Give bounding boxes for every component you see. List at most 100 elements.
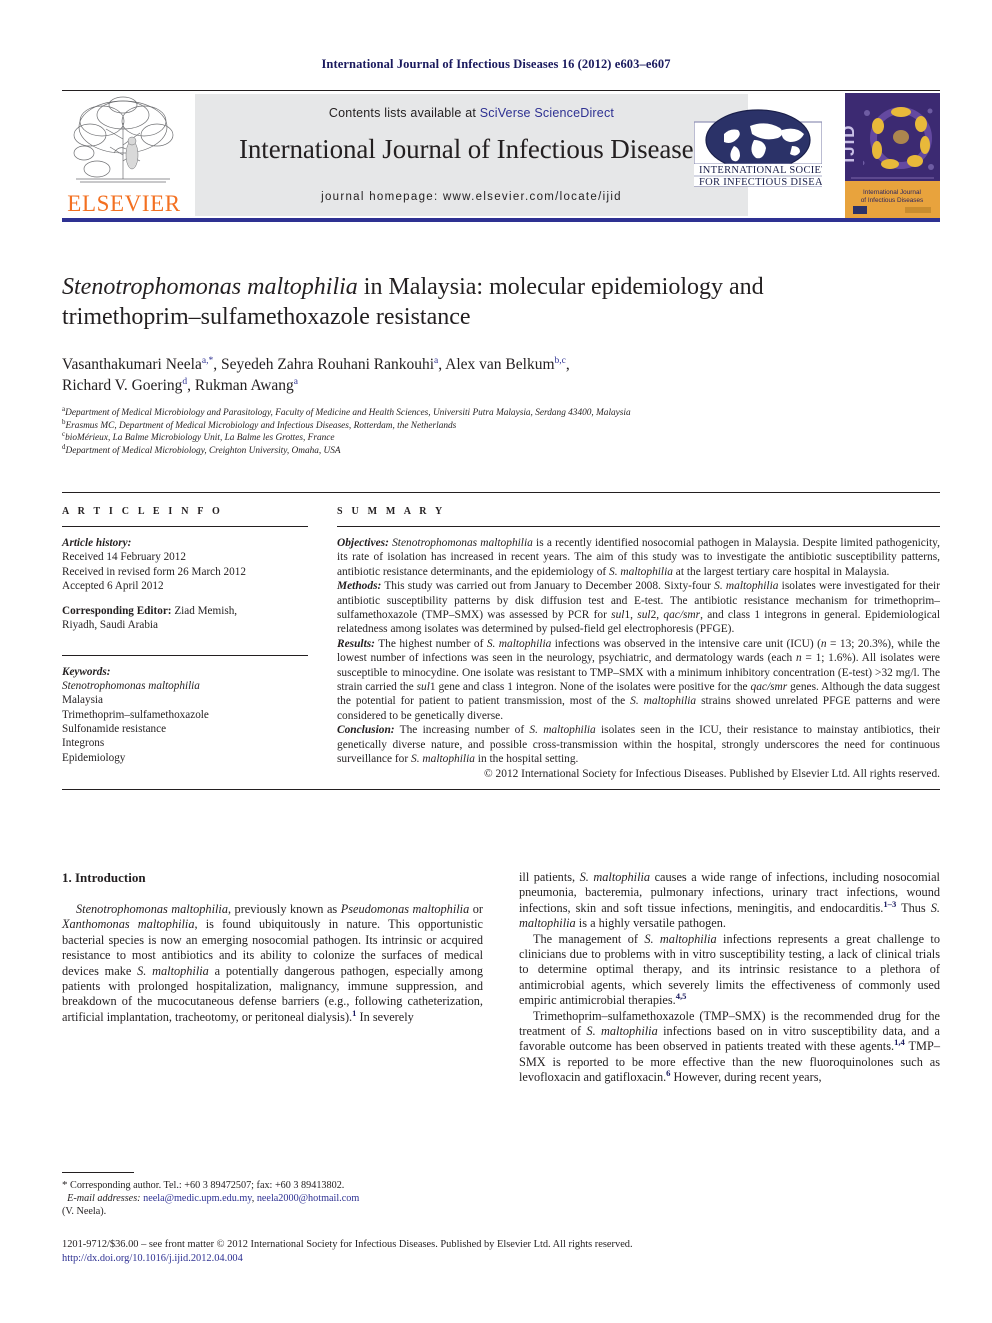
doi-link[interactable]: http://dx.doi.org/10.1016/j.ijid.2012.04… xyxy=(62,1252,940,1266)
methods-gene-qacsmr: qac/smr xyxy=(663,609,701,622)
affiliation-text: Department of Medical Microbiology and P… xyxy=(65,408,631,418)
intro-paragraph-2: The management of S. maltophilia infecti… xyxy=(519,932,940,1009)
intro-cont-text-1: ill patients, xyxy=(519,870,580,884)
abstract-body: Objectives: Stenotrophomonas maltophilia… xyxy=(337,536,940,781)
intro-text-1: , previously known as xyxy=(227,902,341,916)
citation-ref-1-3[interactable]: 1–3 xyxy=(883,899,896,909)
masthead-top-rule xyxy=(62,90,940,91)
article-info-column: A R T I C L E I N F O Article history: R… xyxy=(62,506,308,781)
article-info-rule xyxy=(62,526,308,527)
p3-species-1: S. maltophilia xyxy=(586,1024,658,1039)
email-link-primary[interactable]: neela@medic.upm.edu.my xyxy=(143,1193,252,1204)
article-info-and-summary: A R T I C L E I N F O Article history: R… xyxy=(62,492,940,790)
author-2-name: , Seyedeh Zahra Rouhani Rankouhi xyxy=(213,356,435,373)
page-title: Stenotrophomonas maltophilia in Malaysia… xyxy=(62,272,940,332)
results-text-1: The highest number of xyxy=(374,637,487,650)
journal-homepage-line[interactable]: journal homepage: www.elsevier.com/locat… xyxy=(195,191,748,203)
masthead-bottom-rule xyxy=(62,218,940,222)
affiliation-item: aDepartment of Medical Microbiology and … xyxy=(62,405,940,420)
results-gene-qacsmr: qac/smr xyxy=(750,681,788,694)
citation-ref-1-4[interactable]: 1,4 xyxy=(894,1037,905,1047)
intro-cont-text-4: is a highly versatile pathogen. xyxy=(575,916,726,931)
keywords-block: Keywords: Stenotrophomonas maltophilia M… xyxy=(62,665,308,765)
summary-rule xyxy=(337,526,940,527)
p2-text-1: The management of xyxy=(533,931,645,946)
methods-gene-sul1: sul xyxy=(611,609,625,622)
keyword-item: Malaysia xyxy=(62,694,104,707)
objectives-species-1: Stenotrophomonas maltophilia xyxy=(392,537,533,549)
title-line-2: trimethoprim–sulfamethoxazole resistance xyxy=(62,304,471,330)
author-5-name: , Rukman Awang xyxy=(187,377,294,394)
affiliation-list: aDepartment of Medical Microbiology and … xyxy=(62,405,940,458)
abstract-conclusion: Conclusion: The increasing number of S. … xyxy=(337,723,940,766)
methods-species-1: S. maltophilia xyxy=(714,580,779,593)
elsevier-wordmark: ELSEVIER xyxy=(67,191,181,216)
author-list: Vasanthakumari Neelaa,*, Seyedeh Zahra R… xyxy=(62,354,940,396)
results-species-2: S. maltophilia xyxy=(630,695,697,708)
methods-text-1: This study was carried out from January … xyxy=(381,580,715,593)
abstract-methods: Methods: This study was carried out from… xyxy=(337,579,940,637)
footnote-corr-text: Corresponding author. Tel.: +60 3 894725… xyxy=(67,1180,345,1191)
affiliation-text: bioMérieux, La Balme Microbiology Unit, … xyxy=(65,433,335,444)
methods-label: Methods: xyxy=(337,580,382,593)
article-info-heading: A R T I C L E I N F O xyxy=(62,506,223,517)
corresponding-editor-block: Corresponding Editor: Ziad Memish, Riyad… xyxy=(62,604,308,633)
keyword-species: Stenotrophomonas maltophilia xyxy=(62,680,200,693)
email-owner: (V. Neela). xyxy=(62,1206,107,1217)
p3-text-4: However, during recent years, xyxy=(670,1070,822,1085)
intro-cont-species-1: S. maltophilia xyxy=(579,870,651,884)
methods-text-4: 2, xyxy=(650,609,664,622)
sciencedirect-link[interactable]: SciVerse ScienceDirect xyxy=(480,106,614,120)
footnote-text: * Corresponding author. Tel.: +60 3 8947… xyxy=(62,1179,483,1218)
journal-title: International Journal of Infectious Dise… xyxy=(239,134,704,164)
summary-column: S U M M A R Y Objectives: Stenotrophomon… xyxy=(337,506,940,781)
section-heading-introduction: 1. Introduction xyxy=(62,870,146,885)
affiliation-text: Department of Medical Microbiology, Crei… xyxy=(65,445,341,456)
isid-line-1: INTERNATIONAL SOCIETY xyxy=(699,165,822,176)
corresponding-editor-name: Ziad Memish, xyxy=(171,605,238,618)
p2-species-1: S. maltophilia xyxy=(644,931,717,946)
affiliation-item: dDepartment of Medical Microbiology, Cre… xyxy=(62,443,940,458)
affiliation-item: cbioMérieux, La Balme Microbiology Unit,… xyxy=(62,431,940,445)
title-italic-species: Stenotrophomonas maltophilia xyxy=(62,274,358,300)
title-block: Stenotrophomonas maltophilia in Malaysia… xyxy=(62,272,940,457)
cover-title-line-1: International Journal xyxy=(863,189,921,196)
objectives-species-2: S. maltophilia xyxy=(609,565,673,578)
corresponding-editor-label: Corresponding Editor: xyxy=(62,605,172,618)
isid-society-logo: INTERNATIONAL SOCIETY FOR INFECTIOUS DIS… xyxy=(693,100,842,210)
methods-text-3: 1, xyxy=(624,609,638,622)
keyword-item: Trimethoprim–sulfamethoxazole xyxy=(62,708,209,721)
author-3-marks: b,c xyxy=(554,355,566,366)
body-columns: 1. Introduction Stenotrophomonas maltoph… xyxy=(62,870,940,1086)
keywords-label: Keywords: xyxy=(62,665,111,678)
body-column-gap xyxy=(483,870,519,1086)
isid-line-2: FOR INFECTIOUS DISEASES xyxy=(699,177,822,188)
column-gap xyxy=(308,506,337,781)
author-4-name: Richard V. Goering xyxy=(62,377,183,394)
keywords-rule xyxy=(62,654,308,656)
intro-cont-text-3: Thus xyxy=(896,900,931,915)
elsevier-tree-icon xyxy=(73,96,174,183)
citation-ref-4-5[interactable]: 4,5 xyxy=(676,991,687,1001)
history-received: Received 14 February 2012 xyxy=(62,551,186,564)
bottom-matter: 1201-9712/$36.00 – see front matter © 20… xyxy=(62,1238,940,1266)
abstract-objectives: Objectives: Stenotrophomonas maltophilia… xyxy=(337,536,940,579)
intro-species-1: Stenotrophomonas maltophilia xyxy=(76,902,228,916)
keyword-item: Epidemiology xyxy=(62,751,126,764)
history-accepted: Accepted 6 April 2012 xyxy=(62,579,164,592)
intro-paragraph-1: Stenotrophomonas maltophilia, previously… xyxy=(62,902,483,1025)
conclusion-label: Conclusion: xyxy=(337,724,395,737)
results-label: Results: xyxy=(337,637,375,650)
isid-globe-icon: INTERNATIONAL SOCIETY FOR INFECTIOUS DIS… xyxy=(693,109,842,188)
infobar-bottom-rule xyxy=(62,788,940,790)
email-link-secondary[interactable]: neela2000@hotmail.com xyxy=(257,1193,359,1204)
cover-title-line-2: of Infectious Diseases xyxy=(861,197,924,204)
corresponding-editor-city: Riyadh, Saudi Arabia xyxy=(62,619,159,632)
elsevier-logo: ELSEVIER xyxy=(62,93,184,215)
conclusion-species-2: S. maltophilia xyxy=(411,753,475,766)
journal-cover-thumbnail: IJID International Journal of Infectious… xyxy=(845,93,940,218)
journal-band: Contents lists available at SciVerse Sci… xyxy=(195,94,748,216)
intro-text-5: In severely xyxy=(356,1009,414,1024)
email-label: E-mail addresses: xyxy=(67,1193,141,1204)
abstract-results: Results: The highest number of S. maltop… xyxy=(337,637,940,723)
